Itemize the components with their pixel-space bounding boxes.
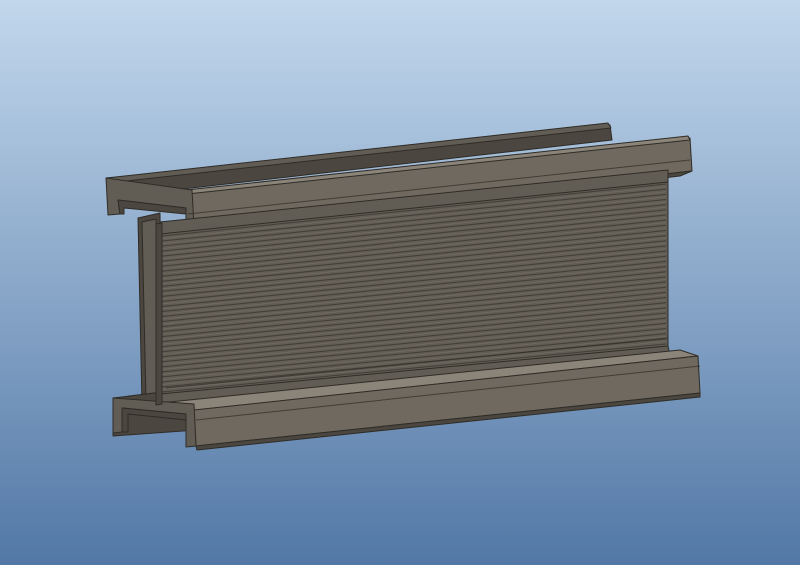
web-left-edge — [155, 222, 163, 406]
model-scene — [0, 0, 800, 565]
extrusion-profile-model[interactable] — [105, 122, 701, 451]
model-viewport[interactable] — [0, 0, 800, 565]
